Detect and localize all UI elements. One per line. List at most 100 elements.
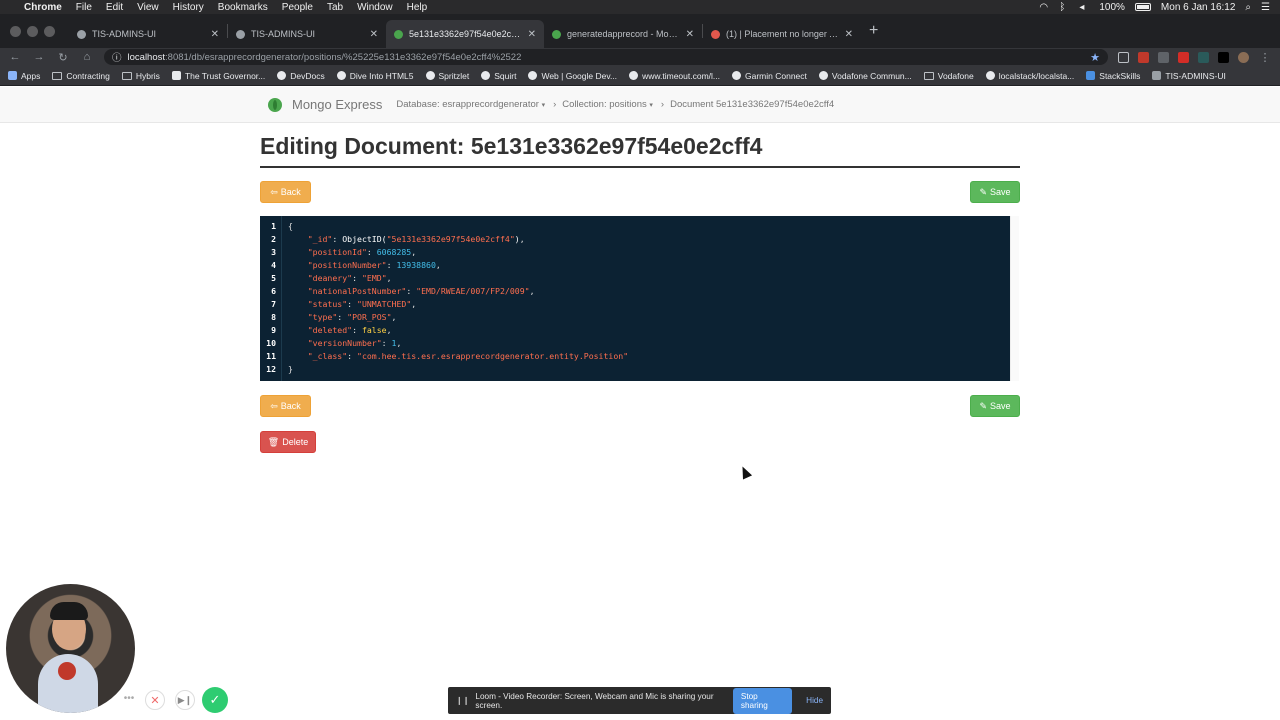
bookmark[interactable]: www.timeout.com/l... xyxy=(629,71,720,81)
menubar-clock[interactable]: Mon 6 Jan 16:12 xyxy=(1161,2,1236,13)
spotlight-icon[interactable]: ⌕ xyxy=(1245,2,1251,13)
bookmark-label: Spritzlet xyxy=(438,70,470,81)
close-tab-icon[interactable]: ✕ xyxy=(686,29,694,40)
menu-tab[interactable]: Tab xyxy=(327,2,343,13)
bookmark-label: Vodafone Commun... xyxy=(831,70,912,81)
bookmark[interactable]: The Trust Governor... xyxy=(171,71,265,81)
bookmark-apps[interactable]: Apps xyxy=(8,71,40,81)
address-bar[interactable]: ⓘ localhost:8081/db/esrapprecordgenerato… xyxy=(104,49,1108,65)
bookmark[interactable]: localstack/localsta... xyxy=(985,71,1074,81)
brand-link[interactable]: Mongo Express xyxy=(292,97,382,112)
window-controls xyxy=(10,25,55,37)
doc-position-id: 6068285 xyxy=(376,246,412,257)
close-tab-icon[interactable]: ✕ xyxy=(211,29,219,40)
tab-title: TIS-ADMINS-UI xyxy=(251,29,315,39)
tab-title: generatedapprecord - Mongo E xyxy=(567,29,680,39)
bookmark[interactable]: StackSkills xyxy=(1086,71,1140,81)
bookmark[interactable]: TIS-ADMINS-UI xyxy=(1152,70,1226,81)
loom-cancel-icon[interactable]: ✕ xyxy=(145,690,165,710)
code-line: 2 "_id": ObjectID("5e131e3362e97f54e0e2c… xyxy=(260,232,1010,245)
volume-icon[interactable]: ◂ xyxy=(1079,2,1089,13)
info-icon[interactable]: ⓘ xyxy=(112,50,122,64)
minimize-window-button[interactable] xyxy=(27,25,38,37)
ublock-extension-icon[interactable] xyxy=(1138,51,1149,63)
menu-app[interactable]: Chrome xyxy=(24,2,62,13)
bluetooth-icon[interactable]: ᛒ xyxy=(1059,2,1069,13)
pause-icon: ❙❙ xyxy=(456,696,470,705)
browser-tab[interactable]: generatedapprecord - Mongo E ✕ xyxy=(544,20,702,48)
browser-tab[interactable]: TIS-ADMINS-UI ✕ xyxy=(69,20,227,48)
menu-file[interactable]: File xyxy=(76,2,92,13)
back-button[interactable]: ⇦ Back xyxy=(260,395,311,417)
home-icon[interactable]: ⌂ xyxy=(80,51,94,63)
menu-kebab-icon[interactable]: ⋮ xyxy=(1258,51,1272,64)
bookmark-folder[interactable]: Vodafone xyxy=(923,71,974,81)
menu-window[interactable]: Window xyxy=(357,2,393,13)
bookmark[interactable]: Vodafone Commun... xyxy=(818,70,912,81)
medium-extension-icon[interactable] xyxy=(1218,51,1229,63)
wifi-icon[interactable]: ◠ xyxy=(1039,2,1049,13)
chevron-right-icon: › xyxy=(553,99,557,110)
bookmark-label: DevDocs xyxy=(290,70,325,81)
menu-help[interactable]: Help xyxy=(407,2,428,13)
breadcrumb-collection[interactable]: Collection: positions ▾ xyxy=(562,99,653,110)
battery-percent[interactable]: 100% xyxy=(1099,2,1125,13)
save-button[interactable]: ✎ Save xyxy=(970,395,1020,417)
browser-tab-active[interactable]: 5e131e3362e97f54e0e2cff4 - M ✕ xyxy=(386,20,544,48)
close-tab-icon[interactable]: ✕ xyxy=(845,29,853,40)
save-button[interactable]: ✎ Save xyxy=(970,181,1020,203)
menu-bookmarks[interactable]: Bookmarks xyxy=(218,2,268,13)
close-tab-icon[interactable]: ✕ xyxy=(528,29,536,40)
line-number: 8 xyxy=(271,311,276,322)
back-button[interactable]: ⇦ Back xyxy=(260,181,311,203)
menu-view[interactable]: View xyxy=(137,2,159,13)
tab-strip: TIS-ADMINS-UI ✕ TIS-ADMINS-UI ✕ 5e131e33… xyxy=(0,14,1280,48)
loom-done-icon[interactable]: ✓ xyxy=(202,687,228,713)
reload-icon[interactable]: ↻ xyxy=(56,51,70,64)
bookmark[interactable]: Dive Into HTML5 xyxy=(336,71,414,81)
bookmark-folder[interactable]: Hybris xyxy=(121,71,160,81)
battery-icon[interactable] xyxy=(1134,3,1151,11)
tab-title: 5e131e3362e97f54e0e2cff4 - M xyxy=(409,29,522,39)
bookmark[interactable]: Garmin Connect xyxy=(732,71,807,81)
forward-arrow-icon[interactable]: → xyxy=(32,51,46,63)
browser-tab[interactable]: TIS-ADMINS-UI ✕ xyxy=(228,20,386,48)
code-line: 6 "nationalPostNumber": "EMD/RWEAE/007/F… xyxy=(260,284,1010,297)
document-editor[interactable]: 1{ 2 "_id": ObjectID("5e131e3362e97f54e0… xyxy=(260,216,1010,381)
bookmark[interactable]: Squirt xyxy=(481,71,516,81)
new-tab-icon[interactable]: + xyxy=(869,22,878,40)
breadcrumb-document: Document 5e131e3362e97f54e0e2cff4 xyxy=(670,99,835,110)
loom-more-icon[interactable]: ••• xyxy=(121,690,137,706)
menu-edit[interactable]: Edit xyxy=(106,2,123,13)
notification-center-icon[interactable]: ☰ xyxy=(1261,2,1270,13)
breadcrumb-database[interactable]: Database: esrapprecordgenerator ▾ xyxy=(396,99,545,110)
bookmark[interactable]: Web | Google Dev... xyxy=(528,71,617,81)
bookmark-star-icon[interactable]: ★ xyxy=(1090,51,1100,64)
bookmark[interactable]: Spritzlet xyxy=(425,70,470,81)
close-window-button[interactable] xyxy=(10,25,21,37)
back-arrow-icon[interactable]: ← xyxy=(8,51,22,63)
stop-sharing-button[interactable]: Stop sharing xyxy=(732,687,793,714)
profile-avatar-icon[interactable] xyxy=(1238,51,1249,63)
loom-pause-icon[interactable]: ▶❙ xyxy=(175,690,195,710)
browser-toolbar: ← → ↻ ⌂ ⓘ localhost:8081/db/esrapprecord… xyxy=(0,48,1280,66)
editor-scrollbar[interactable] xyxy=(1010,216,1019,381)
browser-tab[interactable]: (1) | Placement no longer Appro ✕ xyxy=(703,20,861,48)
pocket-extension-icon[interactable] xyxy=(1118,51,1129,63)
delete-button[interactable]: 🗑 Delete xyxy=(260,431,316,453)
loom-webcam-bubble[interactable] xyxy=(6,584,135,713)
tab-title: (1) | Placement no longer Appro xyxy=(726,29,839,39)
doc-class: com.hee.tis.esr.esrapprecordgenerator.en… xyxy=(361,350,624,361)
lastpass-extension-icon[interactable] xyxy=(1178,51,1189,63)
bookmark[interactable]: DevDocs xyxy=(277,70,325,81)
menu-people[interactable]: People xyxy=(282,2,313,13)
bookmark-folder[interactable]: Contracting xyxy=(52,71,110,81)
extension-icon[interactable] xyxy=(1158,51,1169,63)
menu-history[interactable]: History xyxy=(173,2,204,13)
xing-extension-icon[interactable] xyxy=(1198,51,1209,63)
hide-button[interactable]: Hide xyxy=(806,696,823,705)
bookmark-label: TIS-ADMINS-UI xyxy=(1165,70,1226,81)
close-tab-icon[interactable]: ✕ xyxy=(370,29,378,40)
bookmark-label: Garmin Connect xyxy=(745,70,807,81)
maximize-window-button[interactable] xyxy=(44,25,55,37)
